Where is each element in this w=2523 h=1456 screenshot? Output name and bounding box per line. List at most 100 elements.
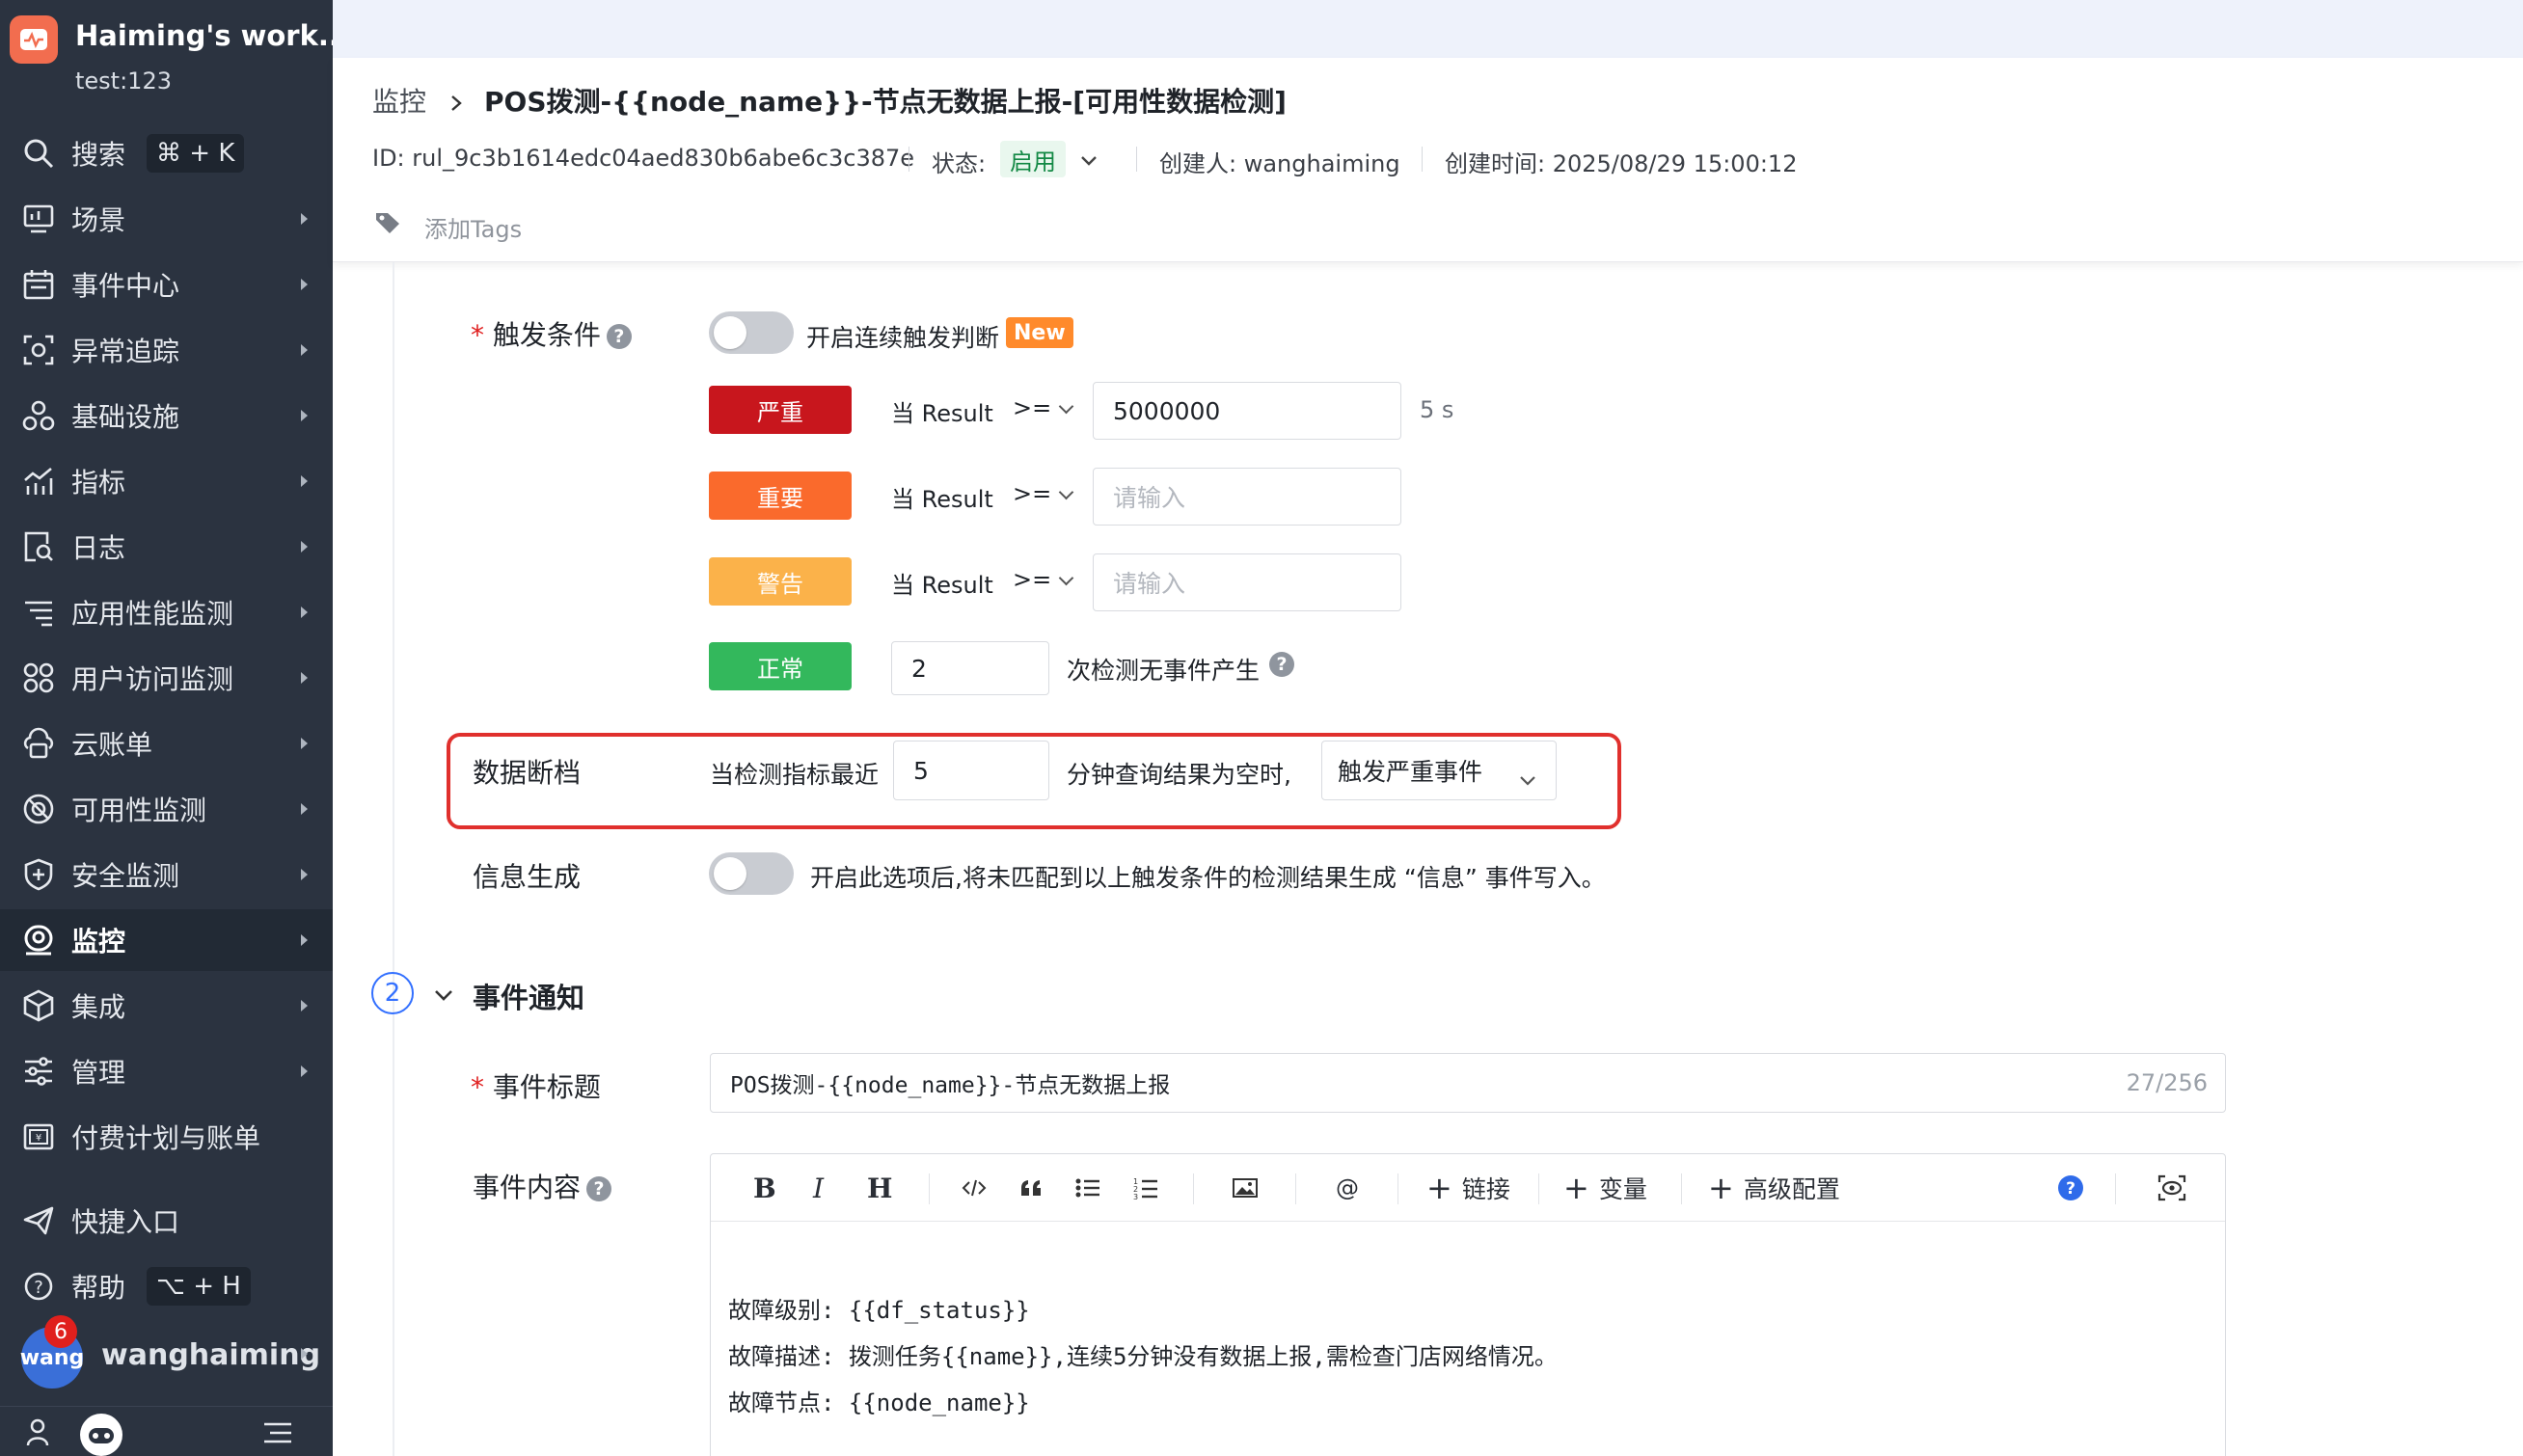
- sidebar-item-14[interactable]: 管理: [0, 1040, 333, 1102]
- quote-icon[interactable]: [1019, 1170, 1043, 1206]
- created-time: 创建时间: 2025/08/29 15:00:12: [1445, 150, 1798, 177]
- preview-icon[interactable]: [2157, 1170, 2186, 1206]
- robot-assistant-icon[interactable]: [77, 1409, 125, 1456]
- data-gap-action-select[interactable]: 触发严重事件: [1321, 741, 1557, 800]
- toolbar-divider: [929, 1173, 930, 1204]
- chevron-down-icon: [1058, 570, 1074, 586]
- workspace-logo-icon: [10, 15, 58, 64]
- help-icon[interactable]: ?: [586, 1176, 612, 1201]
- workspace-switcher[interactable]: Haiming's work... test:123: [0, 0, 333, 106]
- breadcrumb-root[interactable]: 监控: [372, 81, 426, 120]
- status-badge[interactable]: 启用: [1000, 141, 1066, 177]
- sidebar-item-11[interactable]: 安全监测: [0, 844, 333, 905]
- sidebar-quick-entry[interactable]: 快捷入口: [0, 1190, 333, 1252]
- threshold-suffix: 5 s: [1420, 396, 1454, 423]
- paper-plane-icon: [21, 1203, 56, 1238]
- sidebar-item-12[interactable]: 监控: [0, 909, 333, 971]
- sidebar-quick-entry-label: 快捷入口: [71, 1206, 180, 1238]
- help-circle-icon[interactable]: ?: [2057, 1170, 2084, 1206]
- workspace-name: Haiming's work...: [75, 19, 333, 52]
- sidebar-item-2[interactable]: 事件中心: [0, 254, 333, 315]
- threshold-input[interactable]: 请输入: [1093, 553, 1401, 611]
- sidebar-item-13[interactable]: 集成: [0, 975, 333, 1037]
- normal-count-input[interactable]: 2: [891, 641, 1049, 695]
- sidebar-help-label: 帮助: [71, 1272, 126, 1304]
- sidebar-item-4[interactable]: 基础设施: [0, 385, 333, 446]
- sidebar-item-6[interactable]: 日志: [0, 516, 333, 578]
- info-generation-toggle[interactable]: [709, 852, 794, 895]
- advanced-config-button[interactable]: + 高级配置: [1708, 1170, 1840, 1206]
- event-content-editor[interactable]: B I H 123 @ + 链接 + 变量 + 高级配置 ? 故障级别: {{df_s…: [710, 1153, 2226, 1456]
- sidebar-help[interactable]: ? 帮助 ⌥ + H: [0, 1255, 333, 1317]
- toolbar-divider: [1295, 1173, 1296, 1204]
- plus-icon: +: [1426, 1170, 1452, 1206]
- chevron-right-icon: [301, 344, 308, 356]
- sidebar-item-3[interactable]: 异常追踪: [0, 319, 333, 381]
- chevron-right-icon: [301, 213, 308, 225]
- toolbar-divider: [1538, 1173, 1539, 1204]
- condition-prefix: 当 Result: [891, 486, 993, 513]
- collapse-menu-icon[interactable]: [262, 1418, 293, 1451]
- sidebar-item-label: 场景: [71, 204, 126, 236]
- user-switch-icon[interactable]: [25, 1416, 56, 1451]
- sidebar-item-label: 指标: [71, 467, 126, 499]
- chevron-right-icon: [301, 541, 308, 553]
- sidebar-item-5[interactable]: 指标: [0, 450, 333, 512]
- event-title-value: POS拨测-{{node_name}}-节点无数据上报: [730, 1073, 1171, 1098]
- section-collapse-chevron-icon[interactable]: [434, 987, 453, 1006]
- add-tags-button[interactable]: 添加Tags: [424, 210, 522, 244]
- chevron-right-icon: [301, 1065, 308, 1077]
- operator-select[interactable]: >=: [1013, 480, 1074, 507]
- sidebar-item-1[interactable]: 场景: [0, 188, 333, 250]
- metrics-chart-icon: [21, 464, 56, 499]
- svg-text:¥: ¥: [36, 1133, 41, 1144]
- step-connector-line: [393, 262, 394, 1456]
- username: wanghaiming: [101, 1338, 321, 1372]
- sidebar-item-9[interactable]: 云账单: [0, 713, 333, 774]
- mention-icon[interactable]: @: [1336, 1170, 1359, 1206]
- apm-list-icon: [21, 595, 56, 630]
- chevron-right-icon: [301, 934, 308, 946]
- help-circle-icon: ?: [21, 1269, 56, 1304]
- heading-icon[interactable]: H: [867, 1170, 892, 1206]
- sidebar-item-label: 监控: [71, 926, 126, 957]
- sidebar-item-7[interactable]: 应用性能监测: [0, 581, 333, 643]
- sidebar-item-10[interactable]: 可用性监测: [0, 778, 333, 840]
- sidebar-search[interactable]: 搜索 ⌘ + K: [0, 122, 333, 184]
- ordered-list-icon[interactable]: 123: [1133, 1170, 1158, 1206]
- event-title-input[interactable]: POS拨测-{{node_name}}-节点无数据上报 27/256: [710, 1053, 2226, 1113]
- toolbar-divider: [1397, 1173, 1398, 1204]
- operator-select[interactable]: >=: [1013, 566, 1074, 593]
- italic-icon[interactable]: I: [813, 1170, 824, 1206]
- billing-icon: ¥: [21, 1119, 56, 1154]
- sidebar-item-label: 管理: [71, 1057, 126, 1089]
- insert-variable-button[interactable]: + 变量: [1563, 1170, 1647, 1206]
- editor-content-line: 故障级别: {{df_status}}: [728, 1297, 1030, 1324]
- condition-prefix: 当 Result: [891, 572, 993, 599]
- normal-suffix: 次检测无事件产生: [1067, 657, 1261, 685]
- data-gap-minutes-input[interactable]: 5: [893, 741, 1049, 800]
- new-badge: New: [1006, 317, 1073, 348]
- insert-link-button[interactable]: + 链接: [1426, 1170, 1510, 1206]
- bold-icon[interactable]: B: [753, 1170, 776, 1206]
- sidebar-item-8[interactable]: 用户访问监测: [0, 647, 333, 709]
- status-label: 状态:: [932, 150, 987, 177]
- continuous-trigger-toggle[interactable]: [709, 311, 794, 354]
- toolbar-divider: [1681, 1173, 1682, 1204]
- image-icon[interactable]: [1232, 1170, 1259, 1206]
- sidebar-item-15[interactable]: ¥ 付费计划与账单: [0, 1106, 333, 1168]
- event-content-label: 事件内容?: [473, 1167, 612, 1205]
- code-icon[interactable]: [962, 1170, 987, 1206]
- operator-value: >=: [1013, 566, 1052, 593]
- user-profile[interactable]: wang 6 wanghaiming: [0, 1315, 333, 1389]
- chevron-down-icon: [1519, 765, 1536, 793]
- help-icon[interactable]: ?: [606, 324, 632, 349]
- status-chevron-down-icon[interactable]: [1080, 152, 1098, 171]
- threshold-input[interactable]: 请输入: [1093, 468, 1401, 526]
- help-icon[interactable]: ?: [1269, 652, 1294, 677]
- bullet-list-icon[interactable]: [1075, 1170, 1100, 1206]
- monitor-icon: [21, 923, 56, 957]
- operator-select[interactable]: >=: [1013, 394, 1074, 421]
- severity-badge: 严重: [709, 386, 852, 434]
- threshold-input[interactable]: 5000000: [1093, 382, 1401, 440]
